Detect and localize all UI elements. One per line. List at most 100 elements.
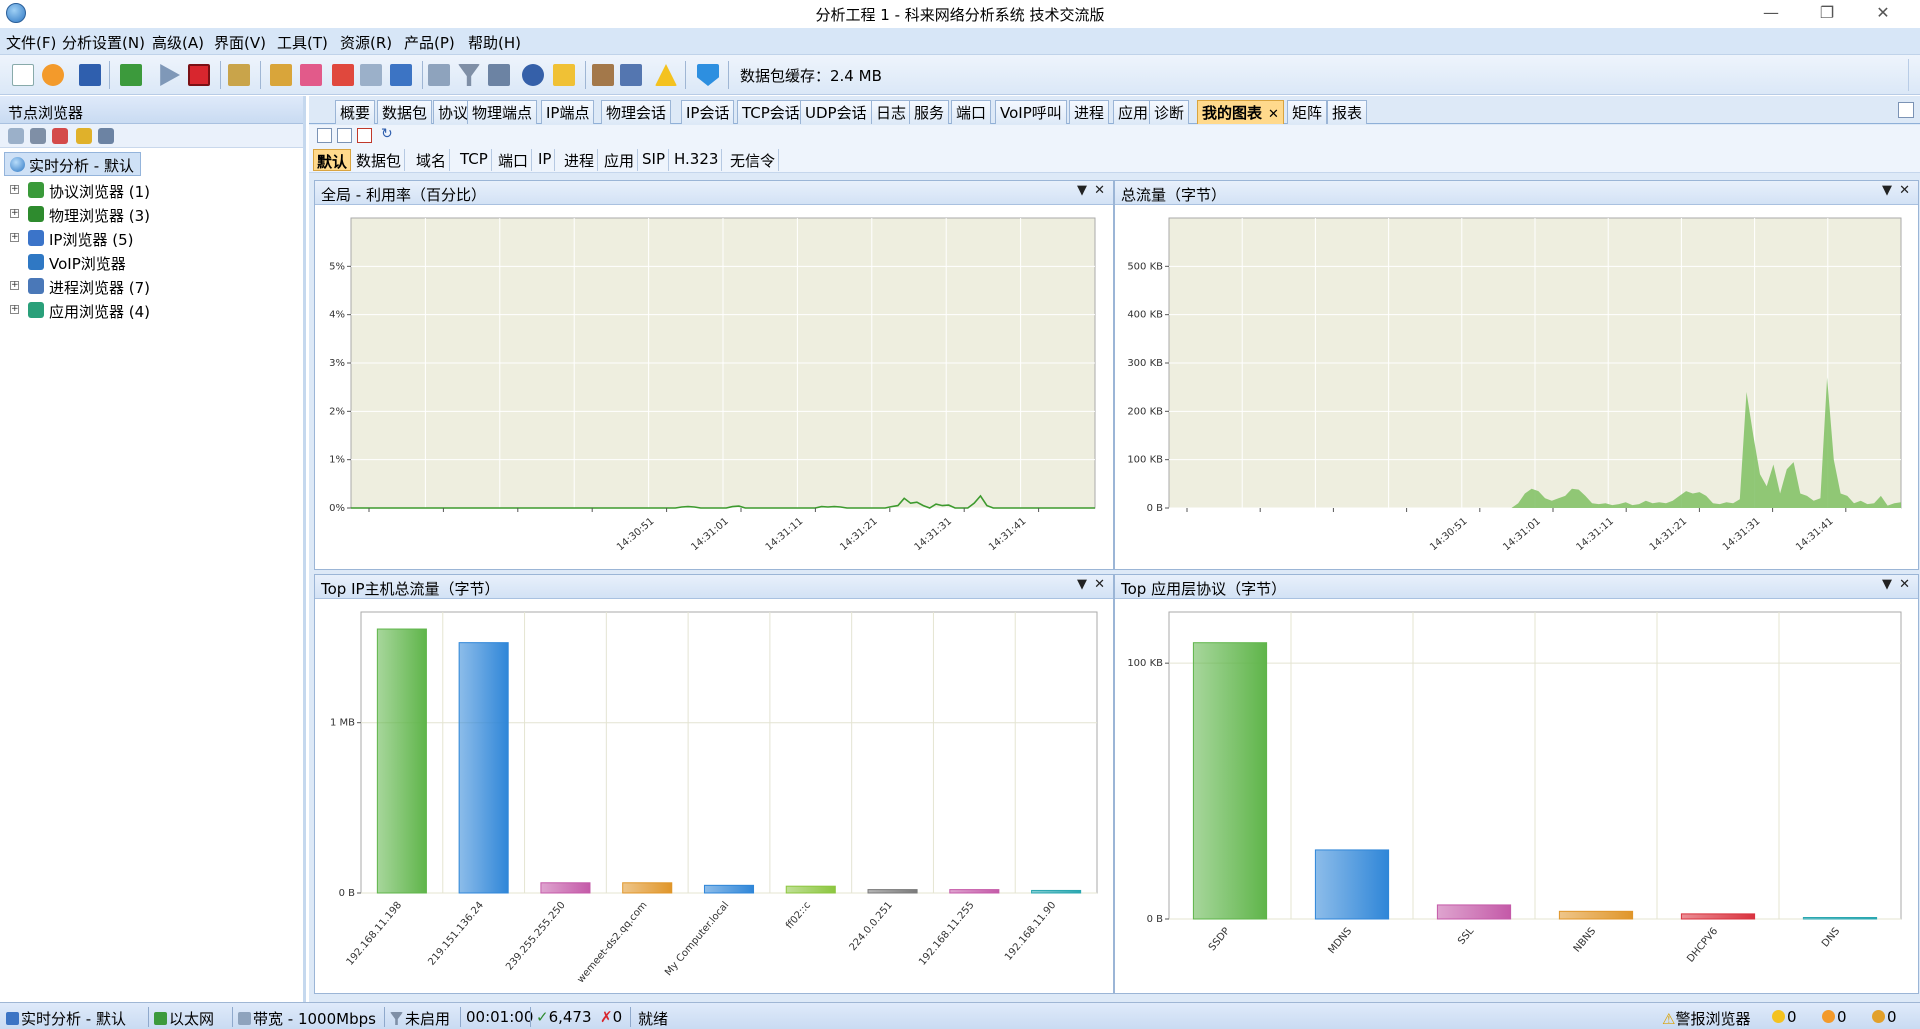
menu-analysis-settings[interactable]: 分析设置(N) [62,32,145,53]
menu-help[interactable]: 帮助(H) [468,32,521,53]
tab-4[interactable]: IP端点 [541,100,595,124]
edit-settings-icon[interactable] [228,64,250,86]
settings-icon[interactable] [270,64,292,86]
layout-chart-icon[interactable] [337,128,352,143]
tab-10[interactable]: 服务 [909,100,950,124]
panel-tool-2-icon[interactable] [30,128,46,144]
report-icon[interactable] [332,64,354,86]
topology-icon[interactable] [390,64,412,86]
menu-resources[interactable]: 资源(R) [340,32,392,53]
panel-close-icon[interactable]: ✕ [1899,577,1910,592]
tab-6[interactable]: IP会话 [681,100,735,124]
panel-menu-icon[interactable]: ▼ [1077,577,1087,592]
y-tick-label: 1 MB [330,718,355,729]
chart-group-tab[interactable]: H.323 [671,149,723,171]
panel-close-icon[interactable]: ✕ [1899,183,1910,198]
layout-corner-icon[interactable] [1898,102,1914,118]
status-mode[interactable]: 实时分析 - 默认 [6,1008,126,1029]
tab-14[interactable]: 应用 [1113,100,1154,124]
tab-5[interactable]: 物理会话 [601,100,672,124]
close-window-button[interactable]: ✕ [1856,0,1910,28]
folder-icon[interactable] [553,64,575,86]
panel-tool-4-icon[interactable] [76,128,92,144]
toolbar-overflow-handle[interactable] [1908,59,1918,91]
chart-group-tab[interactable]: 数据包 [353,149,406,171]
alarm-count-1[interactable]: 0 [1772,1008,1797,1026]
packet-icon[interactable] [360,64,382,86]
restore-button[interactable]: ❐ [1800,0,1854,28]
tab-8[interactable]: UDP会话 [800,100,872,124]
panel-tool-5-icon[interactable] [98,128,114,144]
tab-close-icon[interactable]: ✕ [1268,107,1279,122]
tab-11[interactable]: 端口 [951,100,992,124]
panel-menu-icon[interactable]: ▼ [1882,183,1892,198]
stop-icon[interactable] [188,64,210,86]
tab-17[interactable]: 矩阵 [1287,100,1328,124]
profile-icon[interactable] [300,64,322,86]
tab-label: VoIP呼叫 [1000,104,1062,122]
chart-group-tab[interactable]: SIP [639,149,669,171]
tab-13[interactable]: 进程 [1069,100,1110,124]
panel-close-icon[interactable]: ✕ [1094,577,1105,592]
tab-1[interactable]: 数据包 [377,100,433,124]
expand-icon[interactable]: + [10,281,19,290]
chart-group-tab[interactable]: 应用 [601,149,639,171]
expand-icon[interactable]: + [10,185,19,194]
status-bandwidth[interactable]: 带宽 - 1000Mbps [238,1008,376,1029]
refresh-icon[interactable] [42,64,64,86]
alarm-browser-button[interactable]: ⚠警报浏览器 [1662,1008,1750,1029]
reload-icon[interactable]: ↻ [381,127,396,143]
export-icon[interactable] [488,64,510,86]
status-adapter[interactable]: 以太网 [154,1008,214,1029]
note-icon[interactable] [592,64,614,86]
expand-icon[interactable]: + [10,233,19,242]
copy-icon[interactable] [620,64,642,86]
replay-icon[interactable] [522,64,544,86]
panel-menu-icon[interactable]: ▼ [1882,577,1892,592]
menu-advanced[interactable]: 高级(A) [152,32,204,53]
tab-7[interactable]: TCP会话 [737,100,805,124]
tab-9[interactable]: 日志 [871,100,912,124]
capture-icon[interactable] [428,64,450,86]
chart-group-tab[interactable]: 默认 [313,149,352,171]
tab-15[interactable]: 诊断 [1149,100,1190,124]
status-filter[interactable]: 未启用 [390,1008,450,1029]
chart-group-tab[interactable]: 域名 [413,149,451,171]
shield-icon[interactable] [697,64,719,86]
add-chart-icon[interactable] [317,128,332,143]
chart-group-tab[interactable]: 端口 [495,149,533,171]
new-file-icon[interactable] [12,64,34,86]
x-tick-label: 14:31:01 [689,516,730,553]
tab-18[interactable]: 报表 [1327,100,1368,124]
tab-3[interactable]: 物理端点 [467,100,538,124]
save-icon[interactable] [79,64,101,86]
chart-group-tab[interactable]: IP [535,149,556,171]
panel-close-icon[interactable]: ✕ [1094,183,1105,198]
tree-root-realtime[interactable]: 实时分析 - 默认 [4,152,141,176]
warning-icon[interactable] [655,64,677,86]
chart-group-tab[interactable]: TCP [457,149,492,171]
menu-view[interactable]: 界面(V) [214,32,266,53]
menu-product[interactable]: 产品(P) [404,32,455,53]
menu-file[interactable]: 文件(F) [6,32,56,53]
panel-tool-3-icon[interactable] [52,128,68,144]
adapter-icon[interactable] [120,64,142,86]
alarm-count-2[interactable]: 0 [1822,1008,1847,1026]
expand-icon[interactable]: + [10,305,19,314]
alarm-count-3[interactable]: 0 [1872,1008,1897,1026]
tab-16[interactable]: 我的图表 ✕ [1197,100,1284,124]
delete-chart-icon[interactable] [357,128,372,143]
filter-icon[interactable] [458,64,480,86]
start-icon[interactable] [160,64,180,86]
panel-menu-icon[interactable]: ▼ [1077,183,1087,198]
panel-tool-1-icon[interactable] [8,128,24,144]
x-tick-label: SSDP [1207,926,1232,953]
tab-12[interactable]: VoIP呼叫 [995,100,1067,124]
chart-group-tab[interactable]: 无信令 [727,149,780,171]
expand-icon[interactable]: + [10,209,19,218]
chart-group-tab[interactable]: 进程 [561,149,599,171]
menu-tools[interactable]: 工具(T) [277,32,328,53]
tab-label: IP会话 [686,104,730,122]
minimize-button[interactable]: — [1744,0,1798,28]
tab-0[interactable]: 概要 [335,100,376,124]
